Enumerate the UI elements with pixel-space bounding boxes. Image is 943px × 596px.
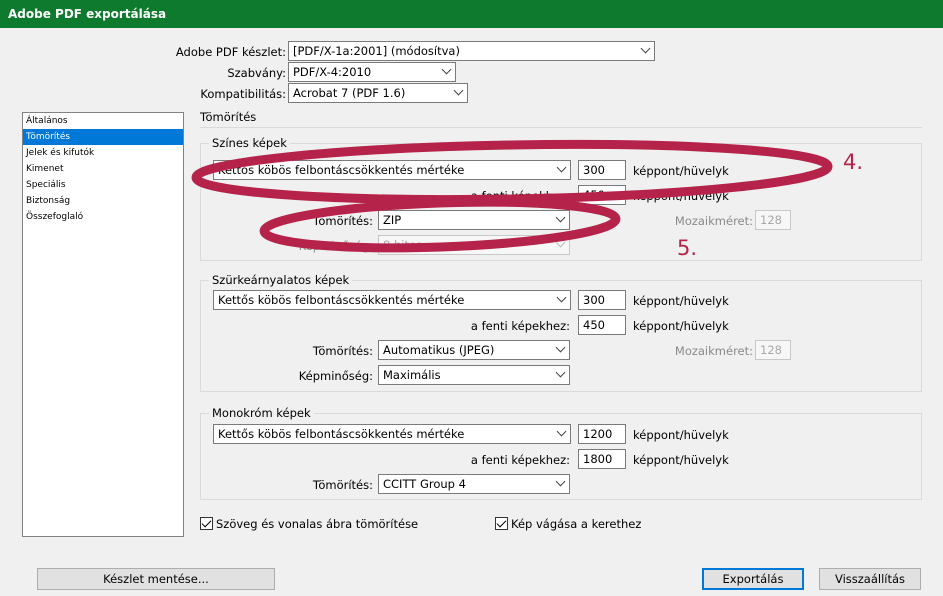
annotation-ellipse-5 bbox=[259, 197, 621, 253]
annotation-label-4: 4. bbox=[843, 150, 864, 174]
annotation-ellipse-4 bbox=[191, 139, 833, 205]
annotation-overlay bbox=[191, 139, 833, 253]
annotation-label-5: 5. bbox=[677, 236, 698, 260]
